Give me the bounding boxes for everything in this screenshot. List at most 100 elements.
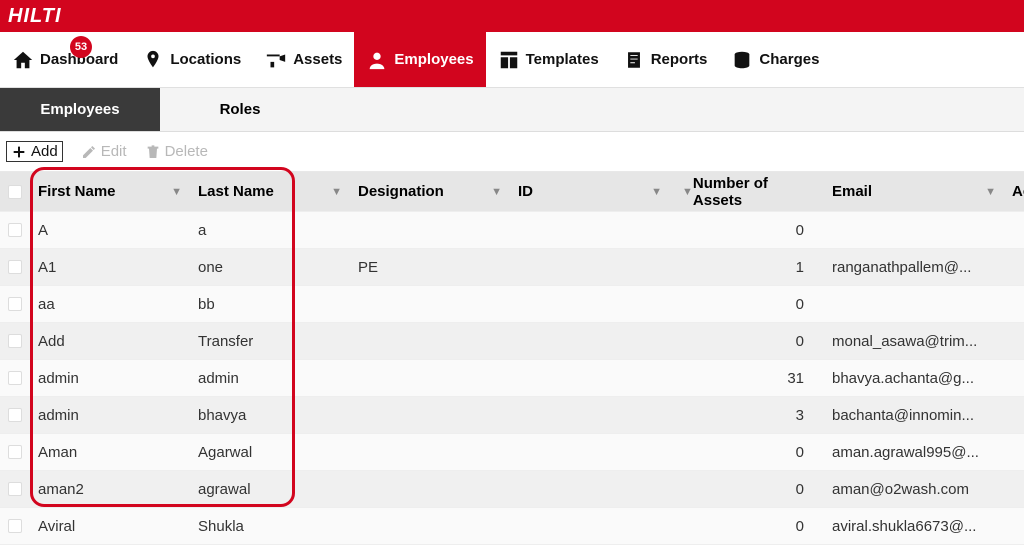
row-checkbox[interactable] <box>0 482 30 496</box>
row-checkbox[interactable] <box>0 297 30 311</box>
nav-dashboard[interactable]: Dashboard 53 <box>0 32 130 87</box>
template-icon <box>498 49 520 71</box>
row-checkbox[interactable] <box>0 334 30 348</box>
filter-icon[interactable]: ▼ <box>171 186 182 198</box>
cell-last-name: bhavya <box>190 407 350 424</box>
drill-icon <box>265 49 287 71</box>
col-label: ID <box>518 183 533 200</box>
table-row[interactable]: aabb0 <box>0 286 1024 323</box>
nav-assets[interactable]: Assets <box>253 32 354 87</box>
delete-button[interactable]: Delete <box>145 143 208 160</box>
cell-first-name: Aviral <box>30 518 190 535</box>
table-row[interactable]: Aa 0 <box>0 212 1024 249</box>
home-icon <box>12 49 34 71</box>
col-label: Email <box>832 183 872 200</box>
row-checkbox[interactable] <box>0 408 30 422</box>
cell-last-name: one <box>190 259 350 276</box>
nav-reports[interactable]: Reports <box>611 32 720 87</box>
cell-first-name: admin <box>30 407 190 424</box>
filter-icon[interactable]: ▼ <box>651 186 662 198</box>
cell-last-name: Agarwal <box>190 444 350 461</box>
col-designation[interactable]: Designation ▼ <box>350 183 510 200</box>
col-first-name[interactable]: First Name ▼ <box>30 183 190 200</box>
cell-assets: 1 <box>670 259 824 276</box>
col-label: First Name <box>38 183 116 200</box>
cell-last-name: admin <box>190 370 350 387</box>
add-label: Add <box>31 143 58 160</box>
cell-first-name: A1 <box>30 259 190 276</box>
table-row[interactable]: AddTransfer0monal_asawa@trim... <box>0 323 1024 360</box>
nav-employees[interactable]: Employees <box>354 32 485 87</box>
employee-table: First Name▼ Last Name▼ Designation▼ ID▼ … <box>0 172 1024 545</box>
table-row[interactable]: adminbhavya3bachanta@innomin... <box>0 397 1024 434</box>
cell-email: aviral.shukla6673@... <box>824 518 1004 535</box>
cell-first-name: aa <box>30 296 190 313</box>
row-checkbox[interactable] <box>0 519 30 533</box>
row-checkbox[interactable] <box>0 371 30 385</box>
cell-assets: 0 <box>670 333 824 350</box>
checkbox-icon <box>8 185 22 199</box>
cell-first-name: aman2 <box>30 481 190 498</box>
cell-designation: PE <box>350 259 510 276</box>
checkbox-icon <box>8 297 22 311</box>
edit-button[interactable]: Edit <box>81 143 127 160</box>
checkbox-icon <box>8 445 22 459</box>
cell-assets: 0 <box>670 222 824 239</box>
col-label: Designation <box>358 183 444 200</box>
tab-employees[interactable]: Employees <box>0 88 160 131</box>
cell-last-name: bb <box>190 296 350 313</box>
filter-icon[interactable]: ▼ <box>491 186 502 198</box>
col-last-name[interactable]: Last Name ▼ <box>190 183 350 200</box>
nav-label: Templates <box>526 51 599 68</box>
table-row[interactable]: AviralShukla 0aviral.shukla6673@... <box>0 508 1024 545</box>
checkbox-icon <box>8 482 22 496</box>
cell-email: bhavya.achanta@g... <box>824 370 1004 387</box>
brand-logo: HILTI <box>8 5 62 28</box>
cell-first-name: Aman <box>30 444 190 461</box>
tab-roles[interactable]: Roles <box>160 88 320 131</box>
col-email[interactable]: Email ▼ <box>824 183 1004 200</box>
cell-last-name: Shukla <box>190 518 350 535</box>
cell-assets: 0 <box>670 518 824 535</box>
cell-first-name: A <box>30 222 190 239</box>
row-checkbox[interactable] <box>0 223 30 237</box>
filter-icon[interactable]: ▼ <box>682 186 693 198</box>
nav-charges[interactable]: Charges <box>719 32 831 87</box>
checkbox-icon <box>8 519 22 533</box>
cell-first-name: Add <box>30 333 190 350</box>
cell-last-name: agrawal <box>190 481 350 498</box>
toolbar: Add Edit Delete <box>0 132 1024 172</box>
filter-icon[interactable]: ▼ <box>331 186 342 198</box>
add-button[interactable]: Add <box>6 141 63 162</box>
person-icon <box>366 49 388 71</box>
table-row[interactable]: A1onePE 1ranganathpallem@... <box>0 249 1024 286</box>
col-label: Last Name <box>198 183 274 200</box>
cell-last-name: a <box>190 222 350 239</box>
filter-icon[interactable]: ▼ <box>985 186 996 198</box>
cell-email: ranganathpallem@... <box>824 259 1004 276</box>
table-row[interactable]: adminadmin31bhavya.achanta@g... <box>0 360 1024 397</box>
cell-assets: 0 <box>670 481 824 498</box>
table-header: First Name▼ Last Name▼ Designation▼ ID▼ … <box>0 172 1024 212</box>
col-id[interactable]: ID ▼ <box>510 183 670 200</box>
checkbox-icon <box>8 408 22 422</box>
nav-locations[interactable]: Locations <box>130 32 253 87</box>
col-num-assets[interactable]: ▼Number of Assets <box>670 175 824 209</box>
row-checkbox[interactable] <box>0 260 30 274</box>
brand-bar: HILTI <box>0 0 1024 32</box>
sub-nav: Employees Roles <box>0 88 1024 132</box>
trash-icon <box>145 144 161 160</box>
plus-icon <box>11 144 27 160</box>
nav-templates[interactable]: Templates <box>486 32 611 87</box>
cell-email: monal_asawa@trim... <box>824 333 1004 350</box>
checkbox-icon <box>8 260 22 274</box>
col-extra[interactable]: Ac <box>1004 183 1024 200</box>
row-checkbox[interactable] <box>0 445 30 459</box>
edit-label: Edit <box>101 143 127 160</box>
cell-assets: 31 <box>670 370 824 387</box>
table-row[interactable]: aman2agrawal0aman@o2wash.com <box>0 471 1024 508</box>
select-all-cell[interactable] <box>0 185 30 199</box>
table-row[interactable]: AmanAgarwal0aman.agrawal995@... <box>0 434 1024 471</box>
nav-label: Employees <box>394 51 473 68</box>
nav-label: Charges <box>759 51 819 68</box>
